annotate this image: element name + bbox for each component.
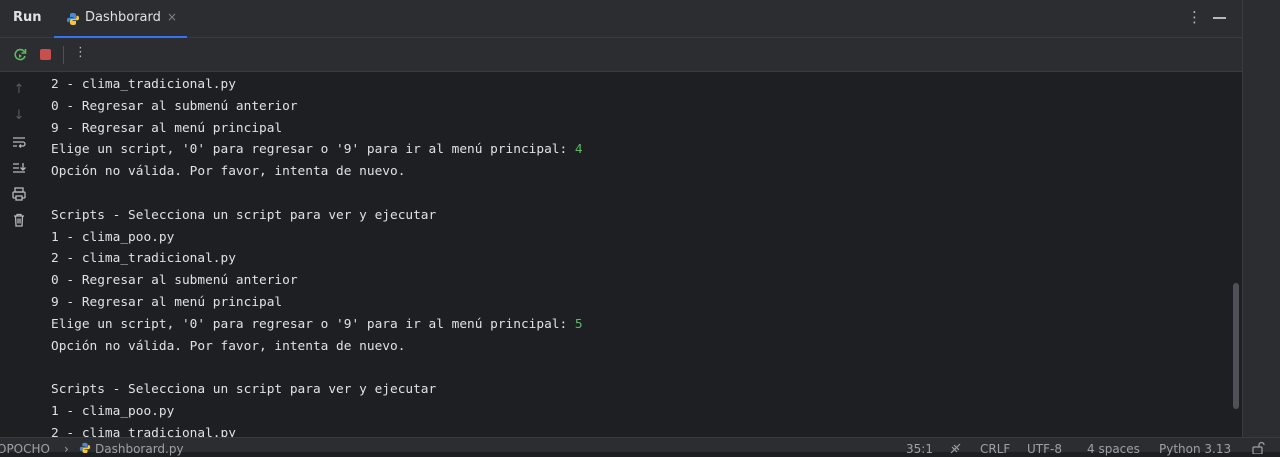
run-title: Run — [13, 10, 42, 25]
down-arrow-icon[interactable]: ↓ — [11, 108, 27, 124]
tab-label: Dashborard — [85, 10, 161, 25]
close-icon[interactable]: × — [167, 10, 177, 24]
tab-dashborard[interactable]: Dashborard × — [54, 0, 187, 38]
console-line: 2 - clima_tradicional.py — [51, 423, 1231, 437]
console-user-input: 4 — [574, 142, 583, 158]
console-line: Opción no válida. Por favor, intenta de … — [51, 161, 1231, 183]
console-line: Scripts - Selecciona un script para ver … — [51, 379, 1231, 401]
trash-icon[interactable] — [11, 212, 27, 228]
console-line-text: 9 - Regresar al menú principal — [51, 294, 283, 310]
caret-position[interactable]: 35:1 — [906, 442, 933, 456]
run-toolbar: ⋮ — [0, 38, 1242, 72]
readonly-toggle-icon[interactable] — [949, 442, 962, 457]
console-user-input: 5 — [574, 316, 583, 332]
console-line: 9 - Regresar al menú principal — [51, 118, 1231, 140]
breadcrumb-file[interactable]: Dashborard.py — [79, 442, 184, 456]
console-line-text: Elige un script, '0' para regresar o '9'… — [51, 142, 575, 158]
python-interpreter[interactable]: Python 3.13 — [1159, 442, 1231, 456]
console-output[interactable]: 2 - clima_tradicional.py 0 - Regresar al … — [51, 74, 1231, 437]
status-bar: OPOCHO › Dashborard.py 35:1 CRLF UTF-8 4… — [0, 437, 1280, 456]
run-tool-window: Run Dashborard × ⋮ ⋮ ↑ ↓ 2 - clima_tradi… — [0, 0, 1242, 437]
console-line: Elige un script, '0' para regresar o '9'… — [51, 314, 1231, 336]
console-line: Opción no válida. Por favor, intenta de … — [51, 336, 1231, 358]
console-line-text: Scripts - Selecciona un script para ver … — [51, 207, 437, 223]
breadcrumb-separator: › — [64, 442, 69, 456]
console-line: 2 - clima_tradicional.py — [51, 248, 1231, 270]
console-line-text: 2 - clima_tradicional.py — [51, 77, 236, 92]
lock-icon[interactable] — [1251, 441, 1265, 457]
up-arrow-icon[interactable]: ↑ — [11, 82, 27, 98]
console-line-text: 1 - clima_poo.py — [51, 403, 175, 419]
print-icon[interactable] — [11, 186, 27, 202]
scroll-to-end-icon[interactable] — [11, 160, 27, 176]
console-line-text: Opción no válida. Por favor, intenta de … — [51, 338, 406, 354]
console-line: 2 - clima_tradicional.py — [51, 74, 1231, 96]
console-line-text: Opción no válida. Por favor, intenta de … — [51, 164, 406, 180]
line-ending[interactable]: CRLF — [980, 442, 1010, 456]
toolbar-divider — [63, 46, 64, 64]
console-line: 0 - Regresar al submenú anterior — [51, 96, 1231, 118]
rerun-icon[interactable] — [12, 47, 28, 63]
console-line-text: 0 - Regresar al submenú anterior — [51, 273, 298, 289]
breadcrumb-project[interactable]: OPOCHO — [0, 442, 50, 456]
console-line: 9 - Regresar al menú principal — [51, 292, 1231, 314]
stop-icon[interactable] — [40, 49, 51, 60]
console-line-text: Elige un script, '0' para regresar o '9'… — [51, 316, 575, 332]
console-line: 1 - clima_poo.py — [51, 401, 1231, 423]
console-line-text: 1 - clima_poo.py — [51, 229, 175, 245]
console-line: 0 - Regresar al submenú anterior — [51, 270, 1231, 292]
python-file-icon — [79, 442, 91, 454]
console-scrollbar[interactable] — [1233, 283, 1239, 409]
console-line-text: Scripts - Selecciona un script para ver … — [51, 382, 437, 398]
right-tool-strip — [1242, 0, 1280, 437]
console-side-toolbar: ↑ ↓ — [0, 72, 38, 437]
console-line-text: 2 - clima_tradicional.py — [51, 425, 236, 437]
console-line-text: 2 - clima_tradicional.py — [51, 251, 236, 267]
console-line: Elige un script, '0' para regresar o '9'… — [51, 139, 1231, 161]
soft-wrap-icon[interactable] — [11, 134, 27, 150]
run-tab-bar: Run Dashborard × ⋮ — [0, 0, 1242, 38]
minimize-icon[interactable] — [1213, 17, 1226, 19]
toolbar-more-icon[interactable]: ⋮ — [74, 45, 87, 60]
python-file-icon — [66, 11, 80, 25]
console-line-text: 0 - Regresar al submenú anterior — [51, 98, 298, 114]
indent-setting[interactable]: 4 spaces — [1087, 442, 1140, 456]
more-options-icon[interactable]: ⋮ — [1187, 8, 1202, 26]
console-line-text: 9 - Regresar al menú principal — [51, 120, 283, 136]
file-encoding[interactable]: UTF-8 — [1027, 442, 1062, 456]
breadcrumb-file-label: Dashborard.py — [95, 442, 184, 456]
console-line: 1 - clima_poo.py — [51, 227, 1231, 249]
console-line: Scripts - Selecciona un script para ver … — [51, 205, 1231, 227]
